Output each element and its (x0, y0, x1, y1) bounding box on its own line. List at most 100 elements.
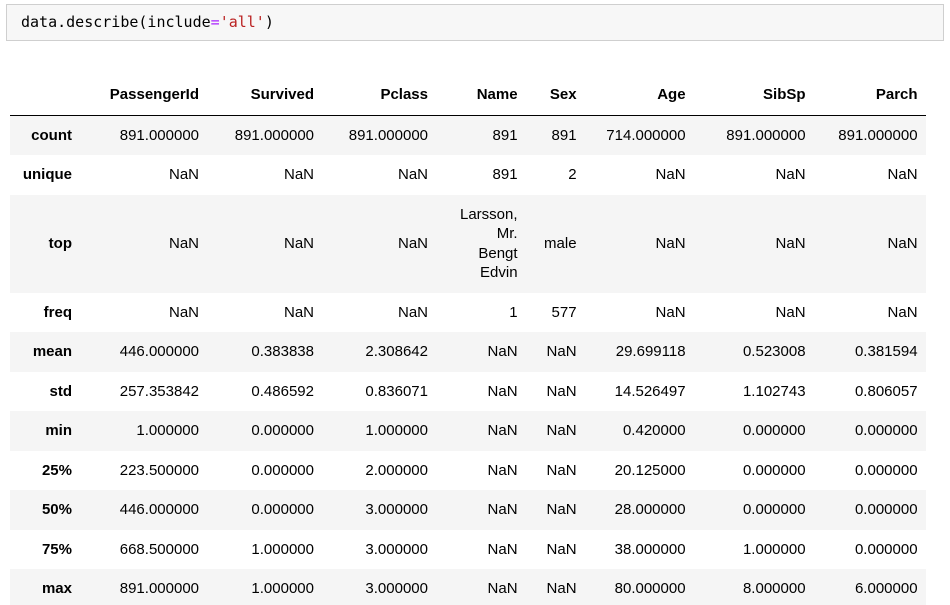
table-cell: 0.000000 (251, 501, 314, 518)
code-token-plain: ) (264, 13, 274, 31)
describe-table: PassengerId Survived Pclass Name Sex Age SibSp… (10, 75, 926, 605)
row-label: freq (43, 303, 72, 321)
table-cell: 1.000000 (251, 580, 314, 597)
table-cell: 0.000000 (854, 461, 918, 479)
table-cell: 29.699118 (615, 343, 686, 360)
column-header-pclass: Pclass (322, 75, 436, 116)
table-cell: 1.000000 (136, 422, 199, 439)
table-cell: NaN (283, 303, 314, 321)
row-label: mean (32, 343, 72, 360)
table-cell: 0.000000 (251, 461, 314, 479)
table-cell: Larsson, Mr. Bengt Edvin (460, 205, 518, 282)
row-label: 75% (41, 540, 72, 558)
table-body: count 891.000000 891.000000 891.000000 891 89… (10, 115, 926, 605)
table-cell: NaN (397, 303, 428, 321)
column-header-sex: Sex (525, 75, 585, 116)
column-header-passengerid: PassengerId (80, 75, 207, 116)
table-cell: 0.000000 (742, 422, 806, 439)
table-cell: NaN (397, 166, 428, 183)
table-cell: 0.806057 (854, 382, 918, 400)
table-row-50pct: 50% 446.000000 0.000000 3.000000 NaN NaN 28.00… (10, 490, 926, 530)
column-header-survived: Survived (207, 75, 322, 116)
table-cell: NaN (775, 166, 806, 183)
table-cell: 3.000000 (365, 540, 428, 558)
table-cell: NaN (887, 166, 918, 183)
table-cell: 0.000000 (854, 422, 918, 439)
table-cell: 891.000000 (348, 126, 428, 144)
table-cell: NaN (546, 343, 577, 360)
table-cell: NaN (168, 234, 199, 252)
table-row-freq: freq NaN NaN NaN 1 577 NaN NaN NaN (10, 293, 926, 333)
table-cell: NaN (487, 580, 518, 597)
code-cell[interactable]: data.describe(include='all') (6, 4, 944, 41)
row-label: 50% (41, 501, 72, 518)
column-header-sibsp: SibSp (693, 75, 814, 116)
table-cell: 0.000000 (742, 501, 806, 518)
table-cell: NaN (546, 540, 577, 558)
table-cell: NaN (168, 303, 199, 321)
row-label: top (48, 234, 72, 252)
table-row-std: std 257.353842 0.486592 0.836071 NaN NaN 14.52… (10, 372, 926, 412)
table-cell: 80.000000 (614, 580, 686, 597)
table-cell: 6.000000 (854, 580, 918, 597)
table-cell: NaN (546, 422, 577, 439)
table-cell: 1.000000 (365, 422, 428, 439)
table-cell: 0.420000 (622, 422, 686, 439)
table-cell: 891 (492, 166, 518, 183)
table-cell: NaN (283, 166, 314, 183)
table-cell: 577 (551, 303, 577, 321)
table-cell: 0.836071 (365, 382, 428, 400)
table-cell: 0.000000 (854, 501, 918, 518)
table-cell: 891 (551, 126, 577, 144)
table-row-25pct: 25% 223.500000 0.000000 2.000000 NaN NaN 20.12… (10, 451, 926, 491)
table-cell: 1.000000 (742, 540, 806, 558)
table-cell: 891.000000 (838, 126, 918, 144)
table-cell: 0.486592 (251, 382, 314, 400)
table-cell: NaN (487, 343, 518, 360)
row-label: max (41, 580, 72, 597)
table-cell: 891.000000 (726, 126, 806, 144)
table-cell: 2.308642 (365, 343, 428, 360)
table-cell: 0.523008 (742, 343, 806, 360)
table-cell: 3.000000 (365, 580, 428, 597)
table-cell: NaN (546, 461, 577, 479)
column-header-age: Age (584, 75, 694, 116)
table-cell: NaN (168, 166, 199, 183)
code-token-plain: data.describe(include (21, 13, 211, 31)
table-cell: NaN (887, 234, 918, 252)
column-header-parch: Parch (813, 75, 926, 116)
table-cell: 1.000000 (251, 540, 314, 558)
table-cell: NaN (397, 234, 428, 252)
table-cell: 446.000000 (119, 501, 199, 518)
row-label: count (31, 126, 72, 144)
column-header-name: Name (436, 75, 526, 116)
code-token-operator: = (210, 13, 220, 31)
table-cell: NaN (487, 540, 518, 558)
table-row-min: min 1.000000 0.000000 1.000000 NaN NaN 0.42000… (10, 411, 926, 451)
header-row: PassengerId Survived Pclass Name Sex Age SibSp… (10, 75, 926, 116)
table-cell: 8.000000 (742, 580, 806, 597)
dataframe-output: PassengerId Survived Pclass Name Sex Age SibSp… (10, 75, 950, 605)
table-cell: 3.000000 (365, 501, 428, 518)
table-cell: NaN (546, 382, 577, 400)
table-cell: 14.526497 (614, 382, 686, 400)
notebook-page: data.describe(include='all') PassengerId… (0, 4, 950, 605)
table-cell: NaN (487, 461, 518, 479)
table-cell: 20.125000 (614, 461, 686, 479)
table-cell: NaN (546, 501, 577, 518)
table-cell: NaN (775, 234, 806, 252)
table-cell: NaN (487, 501, 518, 518)
row-label: 25% (41, 461, 72, 479)
code-input[interactable]: data.describe(include='all') (21, 13, 929, 32)
table-cell: 714.000000 (606, 126, 686, 144)
table-cell: NaN (487, 382, 518, 400)
table-cell: 891 (492, 126, 518, 144)
table-cell: 446.000000 (119, 343, 199, 360)
table-cell: 0.000000 (854, 540, 918, 558)
table-cell: NaN (546, 580, 577, 597)
row-label: std (49, 382, 73, 400)
table-cell: 38.000000 (614, 540, 686, 558)
table-cell: 0.383838 (251, 343, 314, 360)
table-cell: NaN (487, 422, 518, 439)
table-cell: male (544, 234, 577, 252)
